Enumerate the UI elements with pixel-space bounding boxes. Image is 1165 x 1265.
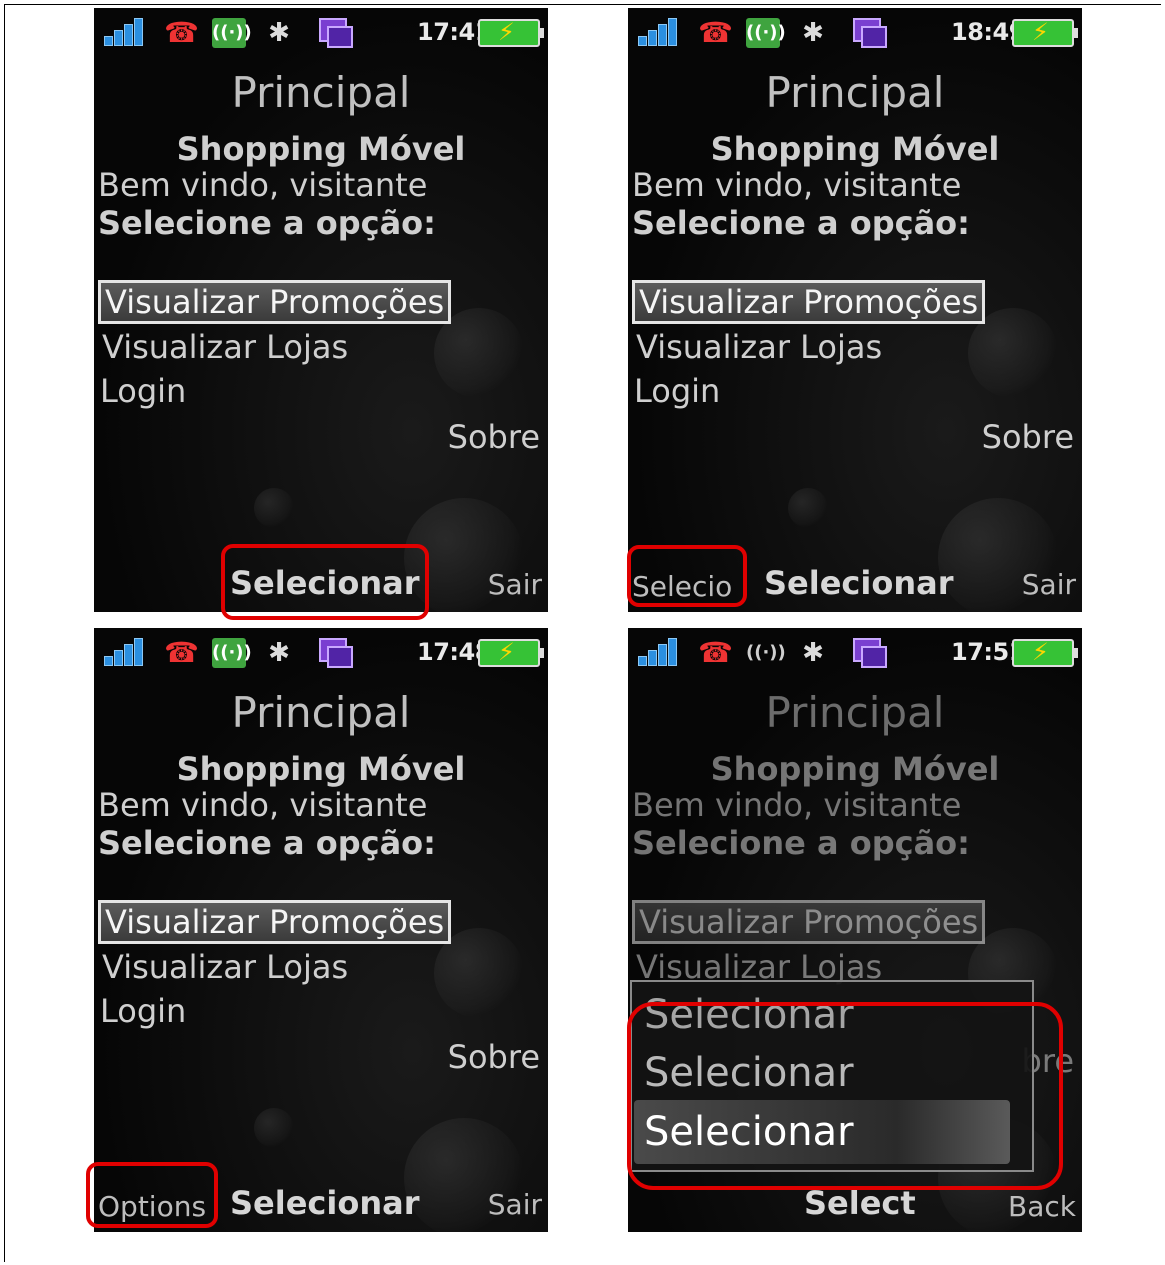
- welcome-text: Bem vindo, visitante: [632, 166, 962, 204]
- menu-item-about[interactable]: Sobre: [448, 418, 540, 456]
- messages-icon: [319, 18, 353, 48]
- softkey-center[interactable]: Selecionar: [230, 1184, 420, 1222]
- prompt-text: Selecione a opção:: [98, 204, 436, 242]
- popup-item-selected[interactable]: Selecionar: [634, 1100, 1010, 1164]
- wifi-icon: ((·)): [212, 18, 252, 48]
- menu-item-about[interactable]: Sobre: [982, 418, 1074, 456]
- welcome-text: Bem vindo, visitante: [98, 786, 428, 824]
- signal-icon: [638, 18, 686, 46]
- phone-screen-1: ☎ ((·)) ✱ 17:41 ⚡ Principal Shopping Móv…: [94, 8, 548, 612]
- status-bar: ☎ ((·)) ✱ 17:41 ⚡: [94, 8, 548, 56]
- phone-screen-2: ☎ ((·)) ✱ 18:49 ⚡ Principal Shopping Móv…: [628, 8, 1082, 612]
- bluetooth-icon: ✱: [268, 638, 290, 668]
- battery-charging-icon: ⚡: [478, 638, 544, 667]
- prompt-text: Selecione a opção:: [632, 204, 970, 242]
- battery-charging-icon: ⚡: [1012, 638, 1078, 667]
- signal-icon: [104, 18, 152, 46]
- messages-icon: [319, 638, 353, 668]
- battery-charging-icon: ⚡: [478, 18, 544, 47]
- page-title: Principal: [231, 688, 411, 737]
- menu-item-login[interactable]: Login: [100, 372, 186, 410]
- softkey-right[interactable]: Sair: [1022, 568, 1076, 601]
- softkey-select[interactable]: Select: [804, 1184, 916, 1222]
- missed-call-icon: ☎: [164, 636, 199, 669]
- menu-item-about[interactable]: Sobre: [448, 1038, 540, 1076]
- messages-icon: [853, 18, 887, 48]
- menu-item-promotions[interactable]: Visualizar Promoções: [632, 280, 986, 324]
- welcome-text: Bem vindo, visitante: [98, 166, 428, 204]
- softkey-center[interactable]: Selecionar: [764, 564, 954, 602]
- prompt-text: Selecione a opção:: [98, 824, 436, 862]
- popup-item[interactable]: Selecionar: [644, 992, 854, 1038]
- menu-item-promotions: Visualizar Promoções: [632, 900, 986, 944]
- popup-item[interactable]: Selecionar: [644, 1050, 854, 1096]
- phone-screen-3: ☎ ((·)) ✱ 17:48 ⚡ Principal Shopping Móv…: [94, 628, 548, 1232]
- softkey-right[interactable]: Sair: [488, 1188, 542, 1221]
- status-bar: ☎ ((·)) ✱ 17:51 ⚡: [628, 628, 1082, 676]
- phone-screen-4: ☎ ((·)) ✱ 17:51 ⚡ Principal Shopping Móv…: [628, 628, 1082, 1232]
- softkey-back[interactable]: Back: [1008, 1190, 1076, 1223]
- wifi-icon: ((·)): [212, 638, 252, 668]
- menu-item-login[interactable]: Login: [100, 992, 186, 1030]
- missed-call-icon: ☎: [698, 16, 733, 49]
- options-popup: Selecionar Selecionar Selecionar: [630, 980, 1034, 1172]
- menu-item-promotions[interactable]: Visualizar Promoções: [98, 900, 452, 944]
- softkey-left[interactable]: Selecio: [632, 570, 732, 603]
- app-name: Shopping Móvel: [176, 750, 466, 788]
- messages-icon: [853, 638, 887, 668]
- prompt-text: Selecione a opção:: [632, 824, 970, 862]
- menu-item-stores[interactable]: Visualizar Lojas: [102, 328, 348, 366]
- missed-call-icon: ☎: [164, 16, 199, 49]
- menu-item-login[interactable]: Login: [634, 372, 720, 410]
- softkey-options[interactable]: Options: [98, 1190, 206, 1223]
- softkey-right[interactable]: Sair: [488, 568, 542, 601]
- welcome-text: Bem vindo, visitante: [632, 786, 962, 824]
- page-title: Principal: [765, 688, 945, 737]
- menu-item-promotions[interactable]: Visualizar Promoções: [98, 280, 452, 324]
- app-name: Shopping Móvel: [710, 750, 1000, 788]
- status-bar: ☎ ((·)) ✱ 17:48 ⚡: [94, 628, 548, 676]
- menu-item-stores[interactable]: Visualizar Lojas: [102, 948, 348, 986]
- bluetooth-icon: ✱: [802, 638, 824, 668]
- missed-call-icon: ☎: [698, 636, 733, 669]
- status-bar: ☎ ((·)) ✱ 18:49 ⚡: [628, 8, 1082, 56]
- bluetooth-icon: ✱: [802, 18, 824, 48]
- app-name: Shopping Móvel: [176, 130, 466, 168]
- bluetooth-icon: ✱: [268, 18, 290, 48]
- battery-charging-icon: ⚡: [1012, 18, 1078, 47]
- page-title: Principal: [231, 68, 411, 117]
- signal-icon: [104, 638, 152, 666]
- menu-item-stores[interactable]: Visualizar Lojas: [636, 328, 882, 366]
- wifi-icon: ((·)): [746, 18, 786, 48]
- app-name: Shopping Móvel: [710, 130, 1000, 168]
- page-title: Principal: [765, 68, 945, 117]
- wifi-icon: ((·)): [746, 642, 786, 663]
- softkey-center[interactable]: Selecionar: [230, 564, 420, 602]
- signal-icon: [638, 638, 686, 666]
